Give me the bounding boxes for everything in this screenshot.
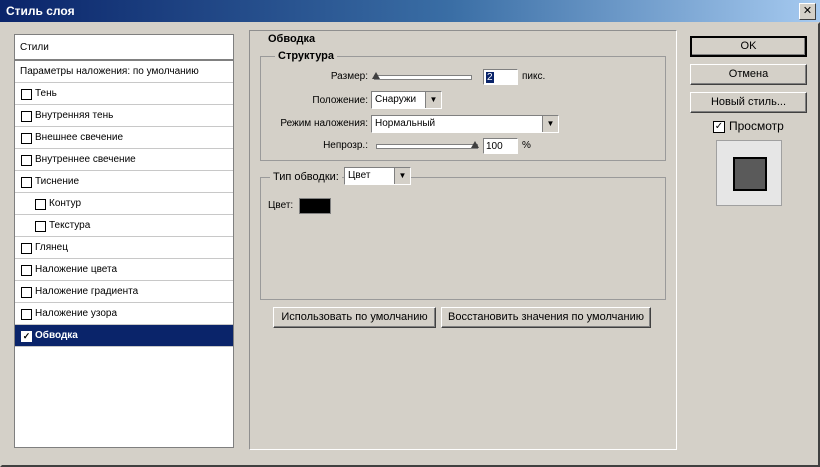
sidebar-item-texture[interactable]: Текстура — [15, 215, 233, 237]
blend-mode-select[interactable]: Нормальный ▼ — [371, 115, 559, 133]
fill-type-group — [260, 177, 666, 300]
opacity-unit: % — [522, 140, 531, 151]
texture-checkbox[interactable] — [35, 221, 46, 232]
chevron-down-icon[interactable]: ▼ — [542, 116, 558, 132]
position-select[interactable]: Снаружи ▼ — [371, 91, 442, 109]
sidebar-header-styles[interactable]: Стили — [15, 35, 233, 61]
sidebar-item-outer-glow[interactable]: Внешнее свечение — [15, 127, 233, 149]
drop-shadow-checkbox[interactable] — [21, 89, 32, 100]
sidebar-item-satin[interactable]: Глянец — [15, 237, 233, 259]
styles-sidebar: Стили Параметры наложения: по умолчанию … — [14, 34, 234, 448]
outer-glow-checkbox[interactable] — [21, 133, 32, 144]
opacity-label: Непрозр.: — [323, 140, 368, 151]
stroke-panel-title: Обводка — [265, 33, 319, 45]
satin-checkbox[interactable] — [21, 243, 32, 254]
color-overlay-checkbox[interactable] — [21, 265, 32, 276]
sidebar-item-contour[interactable]: Контур — [15, 193, 233, 215]
ok-button[interactable]: OK — [690, 36, 807, 57]
contour-checkbox[interactable] — [35, 199, 46, 210]
chevron-down-icon[interactable]: ▼ — [394, 168, 410, 184]
cancel-button[interactable]: Отмена — [690, 64, 807, 85]
opacity-slider-track[interactable] — [376, 144, 478, 149]
size-input[interactable]: 2 — [483, 69, 518, 85]
blend-mode-label: Режим наложения: — [280, 118, 368, 129]
pattern-overlay-checkbox[interactable] — [21, 309, 32, 320]
sidebar-item-gradient-overlay[interactable]: Наложение градиента — [15, 281, 233, 303]
opacity-input[interactable]: 100 — [483, 138, 518, 154]
preview-checkbox[interactable]: ✓ — [713, 121, 725, 133]
sidebar-item-inner-shadow[interactable]: Внутренняя тень — [15, 105, 233, 127]
inner-shadow-checkbox[interactable] — [21, 111, 32, 122]
color-label: Цвет: — [268, 200, 294, 211]
stroke-checkbox[interactable]: ✓ — [21, 331, 32, 342]
position-label: Положение: — [312, 95, 368, 106]
opacity-slider-thumb[interactable] — [471, 141, 479, 148]
preview-label: Просмотр — [729, 119, 784, 133]
sidebar-item-inner-glow[interactable]: Внутреннее свечение — [15, 149, 233, 171]
style-preview — [716, 140, 782, 206]
sidebar-item-blending-options[interactable]: Параметры наложения: по умолчанию — [15, 61, 233, 83]
fill-type-label: Тип обводки: — [270, 171, 342, 183]
sidebar-item-pattern-overlay[interactable]: Наложение узора — [15, 303, 233, 325]
make-default-button[interactable]: Использовать по умолчанию — [273, 307, 436, 328]
new-style-button[interactable]: Новый стиль... — [690, 92, 807, 113]
window-title: Стиль слоя — [6, 4, 75, 18]
size-slider-thumb[interactable] — [372, 72, 380, 79]
sidebar-item-drop-shadow[interactable]: Тень — [15, 83, 233, 105]
size-slider-track[interactable] — [374, 75, 472, 80]
sidebar-item-stroke[interactable]: ✓ Обводка — [15, 325, 233, 347]
size-unit: пикс. — [522, 71, 546, 82]
fill-type-select[interactable]: Цвет ▼ — [344, 167, 411, 185]
gradient-overlay-checkbox[interactable] — [21, 287, 32, 298]
sidebar-item-bevel-emboss[interactable]: Тиснение — [15, 171, 233, 193]
sidebar-item-color-overlay[interactable]: Наложение цвета — [15, 259, 233, 281]
close-icon[interactable]: ✕ — [799, 3, 816, 20]
color-swatch[interactable] — [299, 198, 331, 214]
bevel-emboss-checkbox[interactable] — [21, 177, 32, 188]
inner-glow-checkbox[interactable] — [21, 155, 32, 166]
structure-legend: Структура — [275, 50, 337, 62]
reset-default-button[interactable]: Восстановить значения по умолчанию — [441, 307, 651, 328]
title-bar: Стиль слоя ✕ — [0, 0, 820, 22]
chevron-down-icon[interactable]: ▼ — [425, 92, 441, 108]
size-label: Размер: — [330, 71, 368, 82]
preview-swatch — [733, 157, 767, 191]
